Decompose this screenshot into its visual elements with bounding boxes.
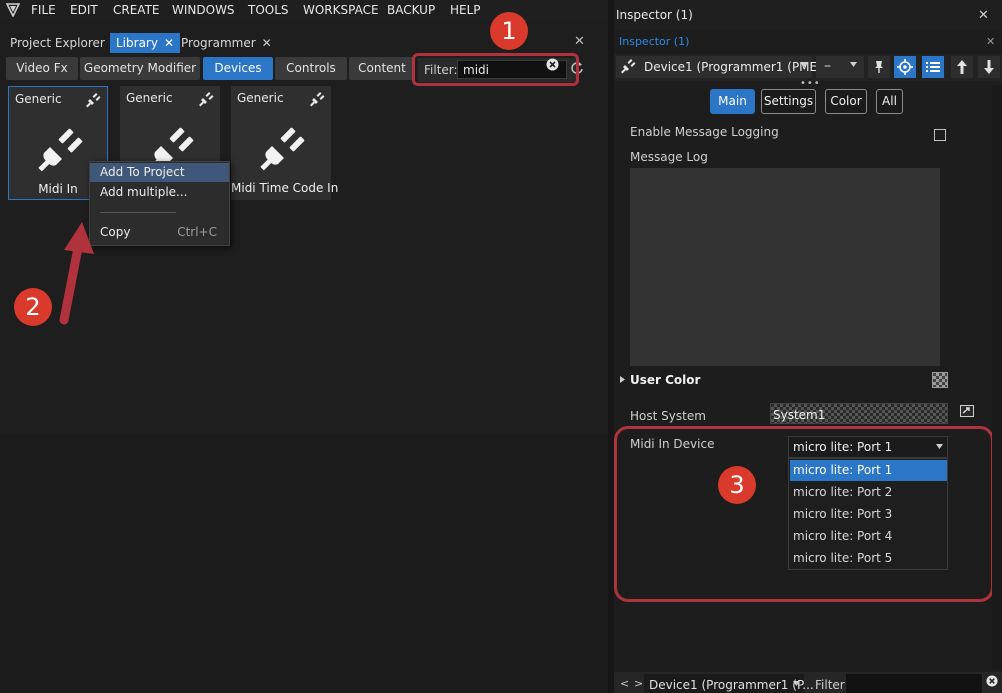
plug-icon (309, 91, 325, 107)
enable-logging-label: Enable Message Logging (630, 125, 779, 139)
menu-windows[interactable]: WINDOWS (172, 3, 235, 17)
app-logo-icon (6, 3, 20, 17)
card-label: Midi Time Code In (231, 181, 339, 195)
category-content[interactable]: Content (349, 57, 415, 80)
user-color-label[interactable]: User Color (630, 373, 700, 387)
empty-area (0, 434, 608, 693)
context-menu: Add To Project Add multiple... Copy Ctrl… (89, 161, 230, 246)
move-down-button[interactable] (978, 56, 1000, 78)
menu-help[interactable]: HELP (450, 3, 481, 17)
host-system-label: Host System (630, 409, 706, 423)
menu-edit[interactable]: EDIT (70, 3, 98, 17)
menu-workspace[interactable]: WORKSPACE (303, 3, 379, 17)
midi-device-highlight-annotation (614, 426, 994, 602)
message-log-area[interactable] (630, 168, 940, 366)
step-badge-1: 1 (490, 12, 528, 50)
more-icon[interactable]: ••• (800, 78, 821, 89)
chevron-down-icon[interactable] (850, 62, 857, 67)
menu-create[interactable]: CREATE (113, 3, 160, 17)
clear-filter-icon[interactable] (986, 675, 998, 687)
card-category: Generic (15, 92, 62, 106)
close-icon[interactable]: ✕ (262, 36, 272, 50)
device-card-midi-time-code-in[interactable]: Generic Midi Time Code In (231, 86, 339, 200)
category-devices[interactable]: Devices (203, 57, 273, 80)
plug-icon (198, 91, 214, 107)
tab-label: Project Explorer (10, 36, 105, 50)
arrow-up-icon (957, 60, 967, 74)
category-geometry-modifier[interactable]: Geometry Modifier (80, 57, 200, 80)
status-device-value: Device1 (Programmer1 (P... (649, 678, 814, 692)
step-badge-3: 3 (718, 466, 756, 504)
menu-item-label: Copy (100, 225, 131, 239)
plug-icon (620, 58, 636, 74)
menu-tools[interactable]: TOOLS (248, 3, 289, 17)
nav-forward-button[interactable]: > (634, 677, 643, 690)
chevron-down-icon[interactable] (793, 681, 800, 686)
context-menu-add-to-project[interactable]: Add To Project (90, 163, 229, 182)
nav-back-button[interactable]: < (620, 677, 629, 690)
plug-icon (258, 124, 306, 172)
tab-project-explorer[interactable]: Project Explorer✕ (0, 33, 127, 53)
plug-icon (85, 92, 101, 108)
close-icon[interactable]: ✕ (978, 8, 989, 23)
host-system-value: System1 (773, 408, 826, 422)
arrow-down-icon (984, 60, 994, 74)
menu-file[interactable]: FILE (31, 3, 56, 17)
category-video-fx[interactable]: Video Fx (6, 57, 78, 80)
message-log-label: Message Log (630, 150, 708, 164)
close-panel-icon[interactable]: ✕ (574, 34, 585, 49)
status-filter-label: Filter: (815, 678, 849, 692)
inspector-scrollbar[interactable] (992, 86, 1002, 670)
step-badge-2: 2 (14, 288, 52, 326)
pin-icon (875, 61, 883, 73)
menu-backup[interactable]: BACKUP (387, 3, 435, 17)
tab-library[interactable]: Library ✕ (110, 33, 181, 53)
target-button[interactable] (894, 56, 916, 78)
filter-highlight-annotation (412, 53, 579, 86)
chevron-right-icon[interactable] (620, 376, 625, 383)
close-icon[interactable]: ✕ (986, 35, 995, 48)
tab-all[interactable]: All (876, 89, 903, 114)
category-controls[interactable]: Controls (275, 57, 347, 80)
move-up-button[interactable] (951, 56, 973, 78)
list-view-button[interactable] (922, 56, 944, 78)
context-menu-add-multiple[interactable]: Add multiple... (90, 183, 229, 202)
tab-label: Programmer (181, 36, 256, 50)
link-icon[interactable] (960, 405, 974, 417)
list-icon (926, 62, 940, 72)
arrow-annotation (52, 220, 96, 326)
tab-inspector[interactable]: Inspector (1) (616, 33, 692, 52)
context-menu-copy[interactable]: Copy Ctrl+C (90, 223, 229, 242)
chevron-down-icon[interactable] (801, 62, 808, 67)
inspector-title: Inspector (1) (616, 8, 693, 22)
card-category: Generic (126, 91, 173, 105)
plug-icon (36, 125, 84, 173)
color-swatch[interactable] (932, 372, 948, 388)
pin-button[interactable] (868, 56, 890, 78)
menu-separator (100, 212, 176, 213)
target-icon (897, 59, 913, 75)
card-category: Generic (237, 91, 284, 105)
tab-settings[interactable]: Settings (761, 89, 816, 114)
tab-main[interactable]: Main (710, 89, 755, 114)
tab-color[interactable]: Color (825, 89, 867, 114)
preset-select-value: – (824, 58, 831, 74)
shortcut-label: Ctrl+C (177, 225, 217, 239)
enable-logging-checkbox[interactable] (934, 129, 946, 141)
tab-programmer[interactable]: Programmer ✕ (171, 33, 278, 53)
tab-label: Library (116, 36, 158, 50)
status-filter-input[interactable] (846, 674, 982, 693)
